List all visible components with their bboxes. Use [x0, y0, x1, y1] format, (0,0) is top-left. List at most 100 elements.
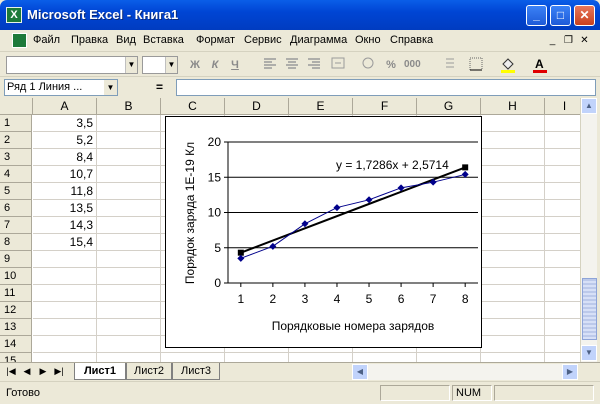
- cell[interactable]: [481, 285, 545, 302]
- cell[interactable]: [545, 149, 580, 166]
- cell[interactable]: 15,4: [33, 234, 97, 251]
- font-combo[interactable]: ▼: [6, 56, 138, 74]
- cell[interactable]: [545, 115, 580, 132]
- cell[interactable]: 5,2: [33, 132, 97, 149]
- cell[interactable]: [33, 285, 97, 302]
- cell[interactable]: [33, 319, 97, 336]
- sheet-tab-2[interactable]: Лист2: [126, 363, 172, 380]
- decrease-indent-icon[interactable]: [440, 57, 456, 73]
- cell[interactable]: [481, 200, 545, 217]
- cell[interactable]: [33, 251, 97, 268]
- embedded-chart[interactable]: 0 5 10 15 20 1 2 3 4 5 6 7 8 y = 1,7286x + 2,5714 Поря…: [165, 116, 482, 348]
- cell[interactable]: 10,7: [33, 166, 97, 183]
- cell[interactable]: [545, 217, 580, 234]
- excel-icon[interactable]: X: [6, 7, 22, 23]
- doc-close-button[interactable]: ✕: [577, 34, 592, 48]
- vertical-scrollbar[interactable]: ▲ ▼: [580, 98, 597, 362]
- cell[interactable]: [481, 149, 545, 166]
- cell[interactable]: 14,3: [33, 217, 97, 234]
- cell[interactable]: [97, 302, 161, 319]
- menu-chart[interactable]: Диаграмма: [290, 34, 347, 46]
- cell[interactable]: [481, 183, 545, 200]
- cell[interactable]: 13,5: [33, 200, 97, 217]
- cell[interactable]: [225, 353, 289, 362]
- last-sheet-icon[interactable]: ▶|: [52, 365, 66, 379]
- menu-tools[interactable]: Сервис: [244, 34, 282, 46]
- merge-center-icon[interactable]: [330, 57, 346, 73]
- row-header[interactable]: 15: [0, 353, 32, 362]
- cell[interactable]: [545, 234, 580, 251]
- cell[interactable]: [97, 251, 161, 268]
- menu-window[interactable]: Окно: [355, 34, 381, 46]
- cell[interactable]: [545, 132, 580, 149]
- scroll-up-icon[interactable]: ▲: [581, 98, 597, 114]
- cell[interactable]: [97, 285, 161, 302]
- align-right-icon[interactable]: [306, 57, 322, 73]
- row-header[interactable]: 7: [0, 217, 32, 234]
- column-header-b[interactable]: B: [97, 98, 161, 115]
- cell[interactable]: [545, 268, 580, 285]
- italic-button[interactable]: К: [208, 57, 222, 73]
- cell[interactable]: [97, 234, 161, 251]
- next-sheet-icon[interactable]: ▶: [36, 365, 50, 379]
- minimize-button[interactable]: _: [526, 5, 547, 26]
- cell[interactable]: [481, 336, 545, 353]
- menu-format[interactable]: Формат: [196, 34, 235, 46]
- sheet-tab-3[interactable]: Лист3: [172, 363, 220, 380]
- row-header[interactable]: 2: [0, 132, 32, 149]
- scroll-right-icon[interactable]: ▶: [562, 364, 578, 380]
- row-header[interactable]: 1: [0, 115, 32, 132]
- row-header[interactable]: 14: [0, 336, 32, 353]
- scroll-down-icon[interactable]: ▼: [581, 345, 597, 361]
- menu-insert[interactable]: Вставка: [143, 34, 184, 46]
- column-header-c[interactable]: C: [161, 98, 225, 115]
- cell[interactable]: [97, 353, 161, 362]
- row-header[interactable]: 6: [0, 200, 32, 217]
- cell[interactable]: [545, 285, 580, 302]
- cell[interactable]: [33, 336, 97, 353]
- cell[interactable]: [481, 166, 545, 183]
- cell[interactable]: [97, 217, 161, 234]
- underline-button[interactable]: Ч: [228, 57, 242, 73]
- cell[interactable]: [97, 319, 161, 336]
- cell[interactable]: [97, 336, 161, 353]
- formula-input[interactable]: [176, 79, 596, 96]
- bold-button[interactable]: Ж: [188, 57, 202, 73]
- row-header[interactable]: 11: [0, 285, 32, 302]
- cell[interactable]: [97, 268, 161, 285]
- sheet-tab-1[interactable]: Лист1: [74, 363, 126, 380]
- font-color-icon[interactable]: A: [532, 57, 548, 73]
- cell[interactable]: [353, 353, 417, 362]
- currency-icon[interactable]: [360, 57, 376, 73]
- doc-minimize-button[interactable]: _: [545, 34, 560, 48]
- cell[interactable]: [289, 353, 353, 362]
- percent-button[interactable]: %: [384, 57, 398, 73]
- cell[interactable]: 8,4: [33, 149, 97, 166]
- font-size-combo[interactable]: ▼: [142, 56, 178, 74]
- cell[interactable]: [481, 302, 545, 319]
- cell[interactable]: [97, 166, 161, 183]
- workbook-icon[interactable]: [12, 33, 27, 48]
- row-header[interactable]: 12: [0, 302, 32, 319]
- cell[interactable]: [97, 115, 161, 132]
- cell[interactable]: [545, 302, 580, 319]
- column-header-g[interactable]: G: [417, 98, 481, 115]
- cell[interactable]: [545, 319, 580, 336]
- cell[interactable]: [97, 183, 161, 200]
- scroll-left-icon[interactable]: ◀: [352, 364, 368, 380]
- cell[interactable]: [33, 353, 97, 362]
- cell[interactable]: [545, 183, 580, 200]
- column-header-d[interactable]: D: [225, 98, 289, 115]
- cell[interactable]: [161, 353, 225, 362]
- cell[interactable]: [545, 353, 580, 362]
- maximize-button[interactable]: □: [550, 5, 571, 26]
- cell[interactable]: [481, 217, 545, 234]
- horizontal-scrollbar[interactable]: ◀ ▶: [352, 364, 578, 380]
- row-header[interactable]: 13: [0, 319, 32, 336]
- chevron-down-icon[interactable]: ▼: [104, 80, 117, 95]
- borders-icon[interactable]: [468, 57, 484, 73]
- name-box[interactable]: Ряд 1 Линия ... ▼: [4, 79, 118, 96]
- column-header-a[interactable]: A: [33, 98, 97, 115]
- align-left-icon[interactable]: [262, 57, 278, 73]
- cell[interactable]: 11,8: [33, 183, 97, 200]
